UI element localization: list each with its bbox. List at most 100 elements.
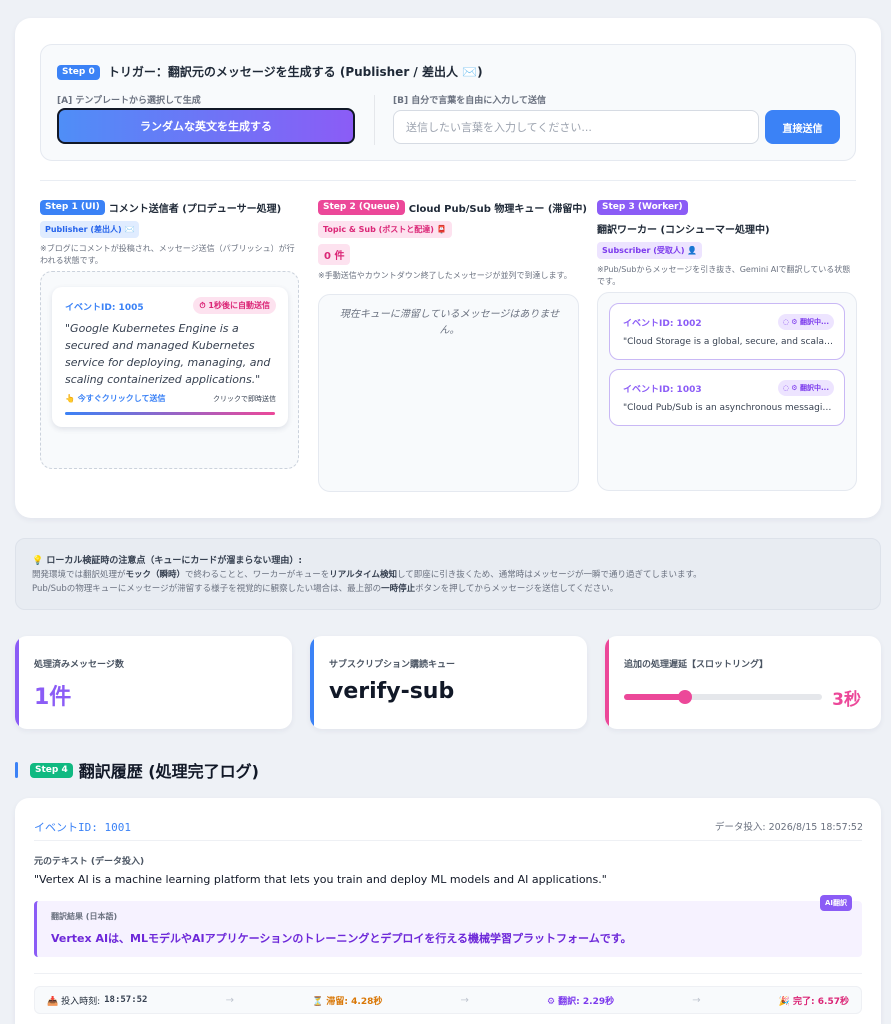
throttle-label: 追加の処理遅延【スロットリング】 xyxy=(624,660,769,670)
worker-event-id: イベントID: 1003 xyxy=(623,385,702,395)
done-time: 🎉 完了: 6.57秒 xyxy=(778,996,849,1007)
step4-badge: Step 4 xyxy=(30,762,73,778)
input-time: 📥 投入時刻: 18:57:52 xyxy=(47,994,147,1007)
click-hint: クリックで即時送信 xyxy=(213,395,276,403)
topic-sub-pill: Topic & Sub (ポストと配達) 📮 xyxy=(318,221,452,238)
translation-label: 翻訳結果 (日本語) xyxy=(51,912,118,921)
notice-line-1: 開発環境では翻訳処理がモック（瞬時）で終わることと、ワーカーがキューをリアルタイ… xyxy=(32,568,864,582)
notice-line-2: Pub/Subの物理キューにメッセージが滞留する様子を視覚的に観察したい場合は、… xyxy=(32,582,864,596)
step3-note: ※Pub/Subからメッセージを引き抜き、Gemini AIで翻訳している状態で… xyxy=(597,265,851,286)
arrow-right-icon: → xyxy=(225,994,234,1006)
step1-badge: Step 1 (UI) xyxy=(40,200,105,215)
subscription-card: サブスクリプション購読キュー verify-sub xyxy=(310,636,587,729)
worker-event-text: "Cloud Storage is a global, secure, and … xyxy=(623,337,835,347)
divider xyxy=(34,973,862,974)
step2-badge: Step 2 (Queue) xyxy=(318,200,405,215)
pipeline-panel: Step 0 トリガー：翻訳元のメッセージを生成する (Publisher / … xyxy=(15,18,881,518)
accent-bar xyxy=(310,636,314,729)
worker-area: イベントID: 1002 ◌ ⚙ 翻訳中... "Cloud Storage i… xyxy=(597,292,857,491)
accent-bar xyxy=(605,636,609,729)
translation-box: AI翻訳 翻訳結果 (日本語) Vertex AIは、MLモデルやAIアプリケー… xyxy=(34,895,862,957)
direct-send-button[interactable]: 直接送信 xyxy=(765,110,840,144)
step2-column: Step 2 (Queue) Cloud Pub/Sub 物理キュー (滞留中)… xyxy=(318,200,587,282)
translate-time: ⚙ 翻訳: 2.29秒 xyxy=(546,996,615,1007)
auto-send-badge: ⏱ 1秒後に自動送信 xyxy=(193,297,276,314)
notice-text: して即座に引き抜くため、通常時はメッセージが一瞬で通り過ぎてしまいます。 xyxy=(396,570,702,580)
free-input-label: [B] 自分で言葉を自由に入力して送信 xyxy=(393,96,546,106)
event-id: イベントID: 1005 xyxy=(65,303,144,313)
step3-column: Step 3 (Worker) 翻訳ワーカー (コンシューマー処理中) Subs… xyxy=(597,200,857,288)
step2-title-text: Cloud Pub/Sub 物理キュー (滞留中) xyxy=(408,204,588,215)
divider xyxy=(34,840,862,841)
processed-count-card: 処理済みメッセージ数 1件 xyxy=(15,636,292,729)
generate-random-button[interactable]: ランダムな英文を生成する xyxy=(57,108,355,144)
divider xyxy=(40,180,856,181)
notice-text: で終わることと、ワーカーがキューを xyxy=(185,570,330,580)
worker-event-text: "Cloud Pub/Sub is an asynchronous messag… xyxy=(623,403,835,413)
worker-card: イベントID: 1002 ◌ ⚙ 翻訳中... "Cloud Storage i… xyxy=(609,303,845,360)
arrow-right-icon: → xyxy=(692,994,701,1006)
template-label: [A] テンプレートから選択して生成 xyxy=(57,96,201,106)
processed-value: 1件 xyxy=(34,685,72,710)
input-time-value: 18:57:52 xyxy=(104,995,148,1005)
step3-badge: Step 3 (Worker) xyxy=(597,200,688,215)
source-text: "Vertex AI is a machine learning platfor… xyxy=(34,873,607,886)
accent-bar xyxy=(15,762,18,778)
step4-header: Step 4 翻訳履歴 (処理完了ログ) xyxy=(15,758,259,782)
step1-title: Step 1 (UI) コメント送信者 (プロデューサー処理) xyxy=(40,200,300,215)
local-notice: 💡 ローカル検証時の注意点（キューにカードが溜まらない理由）: 開発環境では翻訳… xyxy=(15,538,881,610)
click-to-send-link[interactable]: 👆 今すぐクリックして送信 xyxy=(65,393,166,404)
publisher-pill: Publisher (差出人) ✉️ xyxy=(40,221,140,238)
timing-footer: 📥 投入時刻: 18:57:52 → ⏳ 滞留: 4.28秒 → ⚙ 翻訳: 2… xyxy=(34,986,862,1014)
step0-badge: Step 0 xyxy=(57,65,100,80)
notice-emphasis: モック（瞬時） xyxy=(125,570,186,580)
history-timestamp: データ投入: 2026/8/15 18:57:52 xyxy=(714,822,863,833)
subscription-label: サブスクリプション購読キュー xyxy=(329,660,456,670)
input-time-label: 📥 投入時刻: xyxy=(47,996,101,1007)
throttle-card: 追加の処理遅延【スロットリング】 3秒 xyxy=(605,636,881,729)
subscription-value: verify-sub xyxy=(329,679,455,704)
throttle-value: 3秒 xyxy=(832,690,861,710)
step0-title-text: トリガー：翻訳元のメッセージを生成する (Publisher / 差出人 ✉️) xyxy=(107,65,483,79)
translating-badge: ◌ ⚙ 翻訳中... xyxy=(777,380,834,396)
step0-title: Step 0 トリガー：翻訳元のメッセージを生成する (Publisher / … xyxy=(57,63,483,80)
event-text: "Google Kubernetes Engine is a secured a… xyxy=(65,322,271,386)
notice-emphasis: 一時停止 xyxy=(381,584,416,594)
notice-title: 💡 ローカル検証時の注意点（キューにカードが溜まらない理由）: xyxy=(32,556,302,566)
throttle-slider[interactable] xyxy=(624,690,822,704)
slider-thumb[interactable] xyxy=(678,690,693,704)
event-card[interactable]: イベントID: 1005 ⏱ 1秒後に自動送信 "Google Kubernet… xyxy=(52,287,288,427)
divider xyxy=(374,95,375,145)
countdown-progress-bar xyxy=(65,412,275,415)
processed-label: 処理済みメッセージ数 xyxy=(34,660,124,670)
notice-emphasis: リアルタイム検知 xyxy=(329,570,397,580)
producer-area: イベントID: 1005 ⏱ 1秒後に自動送信 "Google Kubernet… xyxy=(40,271,299,469)
notice-text: ボタンを押してからメッセージを送信してください。 xyxy=(415,584,619,594)
worker-event-id: イベントID: 1002 xyxy=(623,319,702,329)
notice-text: Pub/Subの物理キューにメッセージが滞留する様子を視覚的に観察したい場合は、… xyxy=(32,584,382,594)
message-input[interactable] xyxy=(393,110,759,144)
notice-text: 開発環境では翻訳処理が xyxy=(32,570,126,580)
queue-count: 0 件 xyxy=(318,244,351,265)
wait-time: ⏳ 滞留: 4.28秒 xyxy=(312,996,383,1007)
step1-column: Step 1 (UI) コメント送信者 (プロデューサー処理) Publishe… xyxy=(40,200,300,267)
step4-title: 翻訳履歴 (処理完了ログ) xyxy=(78,762,259,781)
step2-note: ※手動送信やカウントダウン終了したメッセージが並列で到達します。 xyxy=(318,271,572,280)
accent-bar xyxy=(15,636,19,729)
source-label: 元のテキスト (データ投入) xyxy=(34,857,145,867)
arrow-right-icon: → xyxy=(460,994,469,1006)
ai-translation-badge: AI翻訳 xyxy=(819,895,852,911)
step3-title: 翻訳ワーカー (コンシューマー処理中) xyxy=(597,225,770,236)
step0-section: Step 0 トリガー：翻訳元のメッセージを生成する (Publisher / … xyxy=(40,44,856,161)
step2-title: Step 2 (Queue) Cloud Pub/Sub 物理キュー (滞留中) xyxy=(318,200,587,215)
history-event-id: イベントID: 1001 xyxy=(34,821,131,834)
slider-fill xyxy=(624,694,686,700)
step3-title-row: Step 3 (Worker) xyxy=(597,200,857,215)
translating-badge: ◌ ⚙ 翻訳中... xyxy=(777,314,834,330)
queue-empty-message: 現在キューに滞留しているメッセージはありません。 xyxy=(339,309,560,336)
translation-text: Vertex AIは、MLモデルやAIアプリケーションのトレーニングとデプロイを… xyxy=(51,932,632,945)
step1-title-text: コメント送信者 (プロデューサー処理) xyxy=(108,204,282,215)
queue-area: 現在キューに滞留しているメッセージはありません。 xyxy=(318,294,579,492)
step1-note: ※ブログにコメントが投稿され、メッセージ送信（パブリッシュ）が行われる状態です。 xyxy=(40,244,295,265)
worker-card: イベントID: 1003 ◌ ⚙ 翻訳中... "Cloud Pub/Sub i… xyxy=(609,369,845,426)
